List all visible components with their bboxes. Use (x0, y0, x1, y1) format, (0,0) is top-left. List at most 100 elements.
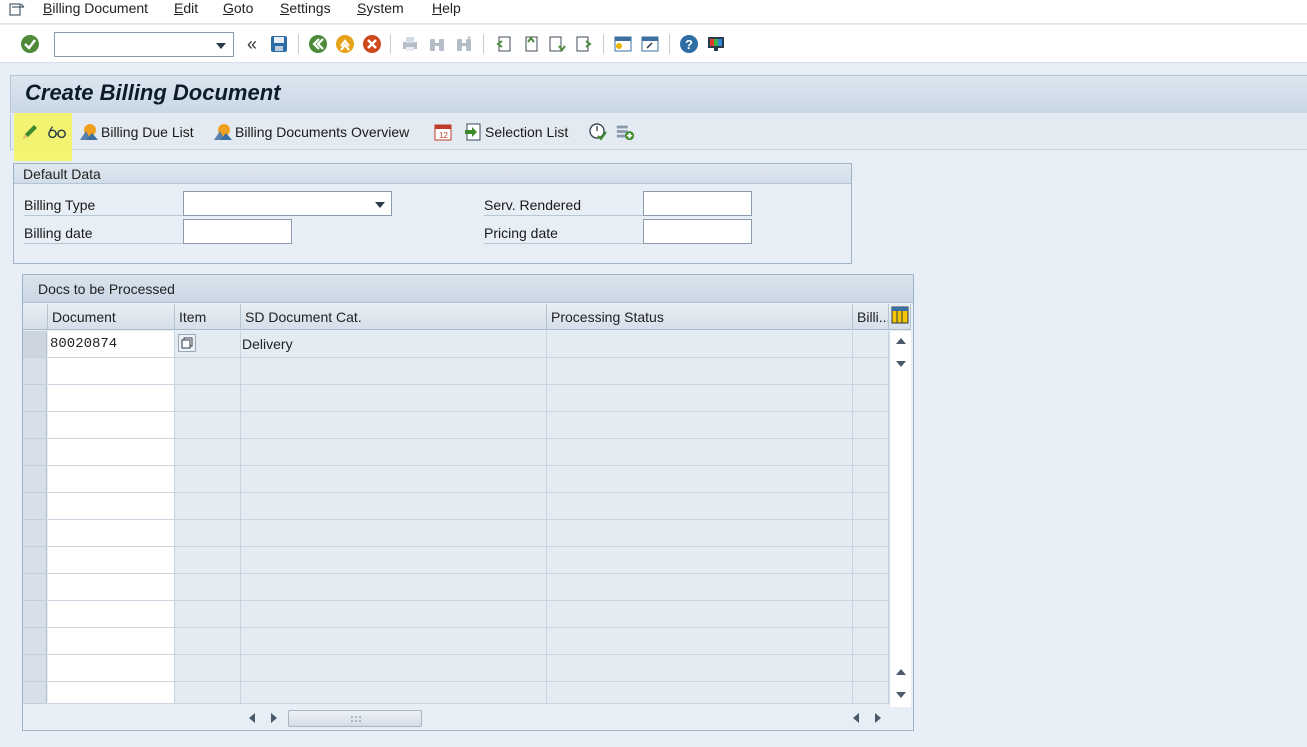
find-next-icon[interactable]: + (453, 33, 475, 55)
table-cell[interactable] (241, 655, 547, 682)
scroll-left-icon[interactable] (249, 713, 255, 723)
table-cell[interactable] (547, 520, 853, 547)
table-cell[interactable] (547, 412, 853, 439)
table-cell[interactable] (48, 628, 175, 655)
row-selector[interactable] (23, 682, 47, 704)
table-cell[interactable] (48, 412, 175, 439)
horizontal-scrollbar[interactable] (243, 707, 889, 729)
table-cell[interactable] (547, 466, 853, 493)
table-cell[interactable] (853, 358, 889, 385)
table-cell[interactable] (48, 466, 175, 493)
first-page-icon[interactable] (492, 33, 514, 55)
table-cell[interactable] (48, 439, 175, 466)
selection-list-button[interactable]: Selection List (463, 121, 568, 143)
table-cell[interactable] (241, 628, 547, 655)
scroll-thumb[interactable] (288, 710, 422, 727)
table-cell[interactable] (241, 601, 547, 628)
table-cell[interactable] (853, 601, 889, 628)
table-cell[interactable] (853, 547, 889, 574)
table-cell[interactable] (48, 547, 175, 574)
back-icon[interactable] (307, 33, 329, 55)
table-cell[interactable] (853, 493, 889, 520)
table-cell[interactable] (175, 412, 241, 439)
table-cell[interactable] (547, 493, 853, 520)
shortcut-icon[interactable] (639, 33, 661, 55)
col-header-sd-document-cat[interactable]: SD Document Cat. (241, 304, 547, 330)
enter-icon[interactable] (19, 33, 41, 55)
scroll-right-icon[interactable] (271, 713, 277, 723)
table-cell[interactable] (175, 574, 241, 601)
table-cell[interactable] (175, 601, 241, 628)
chevron-down-icon[interactable] (375, 202, 385, 208)
table-cell[interactable] (48, 493, 175, 520)
table-cell[interactable] (48, 358, 175, 385)
cell-processing-status[interactable] (547, 331, 853, 358)
menu-edit[interactable]: Edit (174, 0, 198, 20)
table-cell[interactable] (241, 493, 547, 520)
row-selector[interactable] (23, 358, 47, 385)
menu-billing-document[interactable]: Billing Document (43, 0, 148, 20)
menu-toggle-icon[interactable] (8, 2, 28, 18)
table-cell[interactable] (175, 682, 241, 704)
billing-date-field[interactable] (183, 219, 292, 244)
table-cell[interactable] (241, 466, 547, 493)
table-cell[interactable] (241, 385, 547, 412)
col-header-document[interactable]: Document (48, 304, 175, 330)
cell-item[interactable] (175, 331, 241, 358)
cell-billing[interactable] (853, 331, 889, 358)
table-cell[interactable] (175, 547, 241, 574)
pricing-date-field[interactable] (643, 219, 752, 244)
menu-help[interactable]: Help (432, 0, 461, 20)
menu-goto[interactable]: Goto (223, 0, 253, 20)
row-selector[interactable] (23, 493, 47, 520)
billing-type-field[interactable] (183, 191, 392, 216)
table-cell[interactable] (241, 439, 547, 466)
table-settings-button[interactable] (889, 304, 911, 330)
scroll-down-icon[interactable] (896, 361, 906, 367)
table-cell[interactable] (175, 466, 241, 493)
table-cell[interactable] (547, 385, 853, 412)
table-cell[interactable] (547, 574, 853, 601)
new-session-icon[interactable] (612, 33, 634, 55)
table-cell[interactable] (547, 547, 853, 574)
menu-settings[interactable]: Settings (280, 0, 331, 20)
serv-rendered-field[interactable] (643, 191, 752, 216)
row-selector[interactable] (23, 628, 47, 655)
table-cell[interactable] (547, 439, 853, 466)
edit-button[interactable] (20, 121, 42, 143)
billing-due-list-button[interactable]: Billing Due List (79, 121, 194, 143)
customize-layout-icon[interactable] (705, 33, 727, 55)
row-selector[interactable] (23, 385, 47, 412)
table-cell[interactable] (853, 574, 889, 601)
table-cell[interactable] (853, 520, 889, 547)
table-cell[interactable] (241, 412, 547, 439)
table-cell[interactable] (853, 439, 889, 466)
cell-document[interactable]: 80020874 (48, 331, 175, 358)
table-cell[interactable] (175, 655, 241, 682)
table-cell[interactable] (853, 385, 889, 412)
table-cell[interactable] (175, 358, 241, 385)
col-header-processing-status[interactable]: Processing Status (547, 304, 853, 330)
table-cell[interactable] (175, 520, 241, 547)
save-icon[interactable] (268, 33, 290, 55)
scroll-left-end-icon[interactable] (853, 713, 859, 723)
chevron-down-icon[interactable] (216, 43, 226, 49)
cancel-icon[interactable] (361, 33, 383, 55)
table-cell[interactable] (175, 385, 241, 412)
row-selector[interactable] (23, 466, 47, 493)
row-selector[interactable] (23, 547, 47, 574)
table-cell[interactable] (241, 574, 547, 601)
find-icon[interactable] (426, 33, 448, 55)
menu-system[interactable]: System (357, 0, 404, 20)
table-cell[interactable] (547, 601, 853, 628)
vertical-scrollbar[interactable] (889, 331, 911, 707)
scroll-right-end-icon[interactable] (875, 713, 881, 723)
table-cell[interactable] (175, 439, 241, 466)
table-cell[interactable] (547, 682, 853, 704)
table-cell[interactable] (241, 520, 547, 547)
table-cell[interactable] (547, 358, 853, 385)
next-page-icon[interactable] (546, 33, 568, 55)
print-icon[interactable] (399, 33, 421, 55)
billing-documents-overview-button[interactable]: Billing Documents Overview (213, 121, 409, 143)
table-cell[interactable] (175, 493, 241, 520)
